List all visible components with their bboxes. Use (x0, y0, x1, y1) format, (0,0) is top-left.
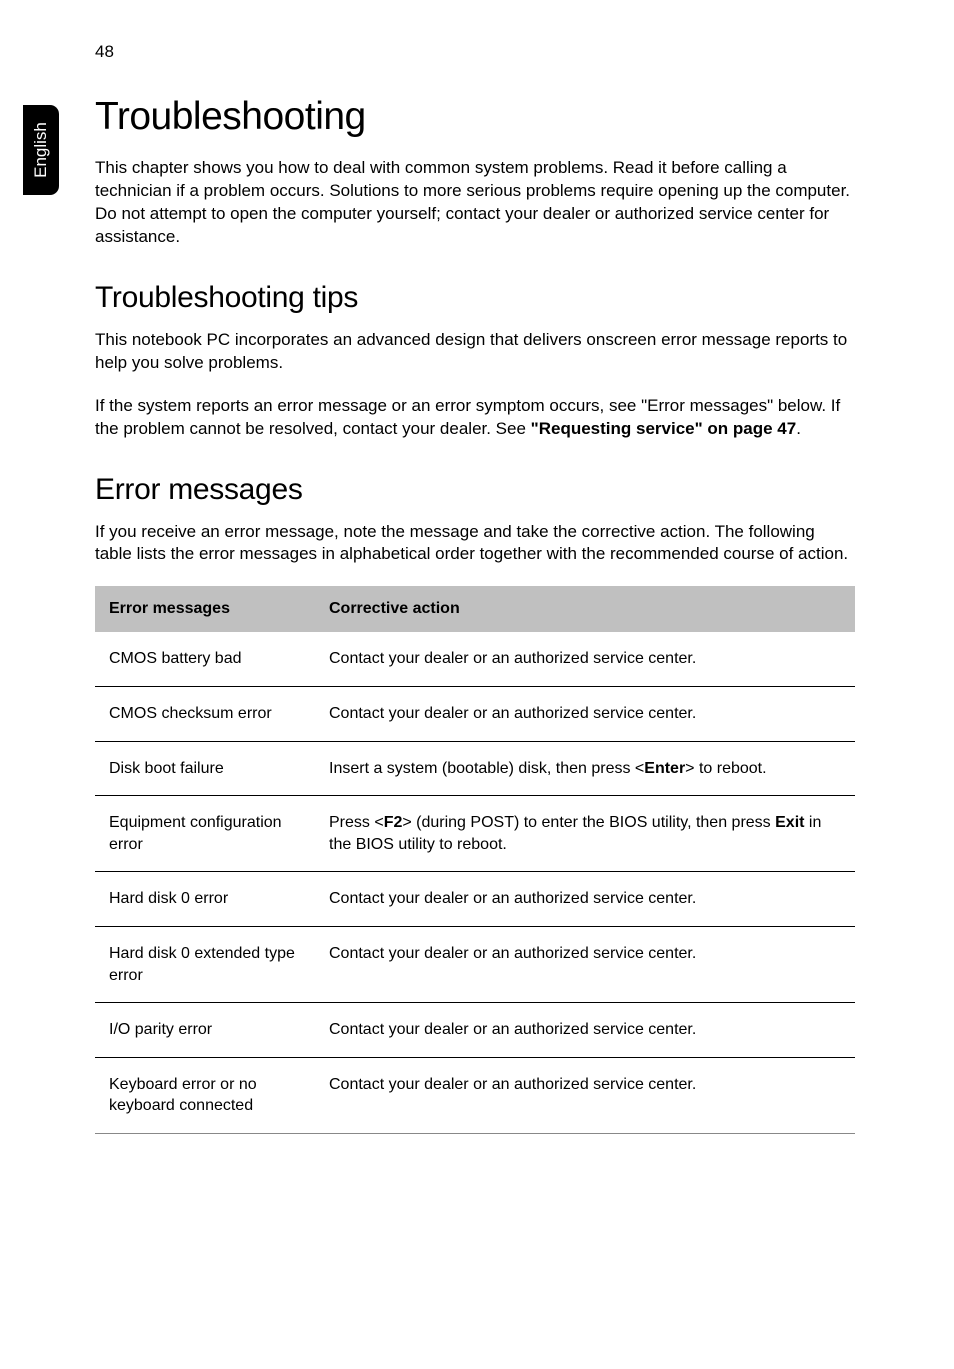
page-title: Troubleshooting (95, 95, 855, 139)
key-enter: Enter (644, 760, 685, 777)
table-header-row: Error messages Corrective action (95, 586, 855, 632)
table-row: Disk boot failure Insert a system (boota… (95, 741, 855, 796)
err-action: Contact your dealer or an authorized ser… (315, 632, 855, 686)
err-msg: CMOS battery bad (95, 632, 315, 686)
text: Insert a system (bootable) disk, then pr… (329, 760, 644, 777)
err-msg: CMOS checksum error (95, 686, 315, 741)
tips-paragraph-2: If the system reports an error message o… (95, 395, 855, 441)
tips-paragraph-1: This notebook PC incorporates an advance… (95, 329, 855, 375)
key-f2: F2 (384, 814, 403, 831)
table-row: CMOS battery bad Contact your dealer or … (95, 632, 855, 686)
col-header-error: Error messages (95, 586, 315, 632)
table-row: Hard disk 0 extended type error Contact … (95, 926, 855, 1002)
err-msg: Hard disk 0 extended type error (95, 926, 315, 1002)
tips-p2-text-c: . (796, 419, 801, 438)
err-action: Contact your dealer or an authorized ser… (315, 872, 855, 927)
err-msg: I/O parity error (95, 1003, 315, 1058)
table-row: CMOS checksum error Contact your dealer … (95, 686, 855, 741)
page-number: 48 (95, 42, 114, 62)
err-msg: Hard disk 0 error (95, 872, 315, 927)
error-intro-paragraph: If you receive an error message, note th… (95, 521, 855, 567)
page-content: Troubleshooting This chapter shows you h… (95, 95, 855, 1134)
err-msg: Disk boot failure (95, 741, 315, 796)
err-action: Contact your dealer or an authorized ser… (315, 1057, 855, 1133)
intro-paragraph: This chapter shows you how to deal with … (95, 157, 855, 249)
err-action: Contact your dealer or an authorized ser… (315, 686, 855, 741)
col-header-action: Corrective action (315, 586, 855, 632)
language-tab: English (23, 105, 59, 195)
tips-p2-link: "Requesting service" on page 47 (531, 419, 797, 438)
key-exit: Exit (775, 814, 804, 831)
table-row: I/O parity error Contact your dealer or … (95, 1003, 855, 1058)
err-action: Contact your dealer or an authorized ser… (315, 926, 855, 1002)
err-action: Contact your dealer or an authorized ser… (315, 1003, 855, 1058)
table-row: Keyboard error or no keyboard connected … (95, 1057, 855, 1133)
error-messages-table: Error messages Corrective action CMOS ba… (95, 586, 855, 1134)
text: Press < (329, 814, 384, 831)
err-msg: Equipment configuration error (95, 796, 315, 872)
text: > (during POST) to enter the BIOS utilit… (402, 814, 775, 831)
err-action: Press <F2> (during POST) to enter the BI… (315, 796, 855, 872)
err-msg: Keyboard error or no keyboard connected (95, 1057, 315, 1133)
tips-heading: Troubleshooting tips (95, 281, 855, 315)
err-action: Insert a system (bootable) disk, then pr… (315, 741, 855, 796)
text: > to reboot. (685, 760, 766, 777)
table-row: Equipment configuration error Press <F2>… (95, 796, 855, 872)
table-row: Hard disk 0 error Contact your dealer or… (95, 872, 855, 927)
error-messages-heading: Error messages (95, 473, 855, 507)
language-tab-label: English (31, 122, 51, 178)
